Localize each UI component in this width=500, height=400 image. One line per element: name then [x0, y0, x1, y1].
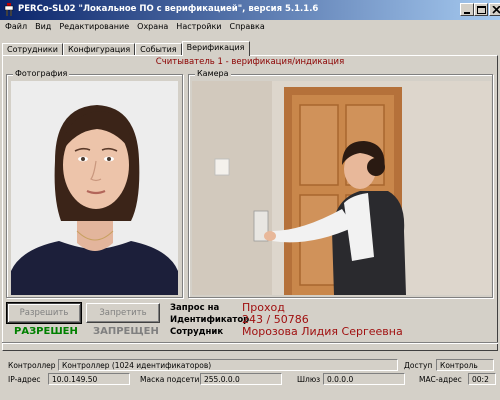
maximize-button[interactable] [474, 3, 488, 16]
camera-view [192, 81, 491, 295]
camera-label: Камера [195, 69, 231, 78]
gateway-label: Шлюз [297, 375, 321, 384]
tab-strip: Сотрудники Конфигурация События Верифика… [2, 41, 250, 56]
mac-label: MAC-адрес [419, 375, 462, 384]
menu-file[interactable]: Файл [0, 20, 30, 34]
access-label: Доступ [404, 361, 433, 370]
app-icon[interactable] [3, 3, 15, 16]
menu-bar: Файл Вид Редактирование Охрана Настройки… [0, 20, 500, 34]
controller-label: Контроллер [8, 361, 56, 370]
employee-photo [11, 81, 178, 295]
minimize-button[interactable] [460, 3, 474, 16]
status-denied: ЗАПРЕЩЕН [93, 326, 159, 337]
camera-groupbox: Камера [188, 69, 493, 298]
close-button[interactable] [489, 3, 500, 16]
status-allowed: РАЗРЕШЕН [14, 326, 78, 337]
menu-security[interactable]: Охрана [132, 20, 171, 34]
app-window: PERCo-SL02 "Локальное ПО с верификацией"… [0, 0, 500, 400]
close-icon [492, 6, 500, 14]
reader-title: Считыватель 1 - верификация/индикация [155, 57, 345, 67]
menu-view[interactable]: Вид [30, 20, 54, 34]
employee-label: Сотрудник [170, 327, 224, 337]
photo-groupbox: Фотография [6, 69, 183, 298]
minimize-icon [464, 12, 470, 14]
maximize-icon [477, 6, 486, 14]
deny-button[interactable]: Запретить [86, 303, 160, 323]
mask-field: 255.0.0.0 [200, 373, 282, 385]
request-label: Запрос на [170, 303, 220, 313]
menu-settings[interactable]: Настройки [171, 20, 224, 34]
separator [2, 342, 498, 344]
window-title: PERCo-SL02 "Локальное ПО с верификацией"… [18, 4, 319, 14]
ip-label: IP-адрес [8, 375, 41, 384]
title-bar[interactable]: PERCo-SL02 "Локальное ПО с верификацией"… [0, 0, 500, 20]
access-field: Контроль [436, 359, 494, 371]
menu-help[interactable]: Справка [224, 20, 267, 34]
menu-edit[interactable]: Редактирование [54, 20, 132, 34]
identifier-label: Идентификатор [170, 315, 250, 325]
photo-label: Фотография [13, 69, 70, 78]
tab-verification[interactable]: Верификация [181, 41, 250, 56]
mask-label: Маска подсети [140, 375, 200, 384]
ip-field: 10.0.149.50 [48, 373, 130, 385]
allow-button[interactable]: Разрешить [7, 303, 81, 323]
controller-field: Контроллер (1024 идентификаторов) [58, 359, 398, 371]
gateway-field: 0.0.0.0 [323, 373, 405, 385]
mac-field: 00:2 [468, 373, 496, 385]
employee-value: Морозова Лидия Сергеевна [242, 325, 403, 338]
